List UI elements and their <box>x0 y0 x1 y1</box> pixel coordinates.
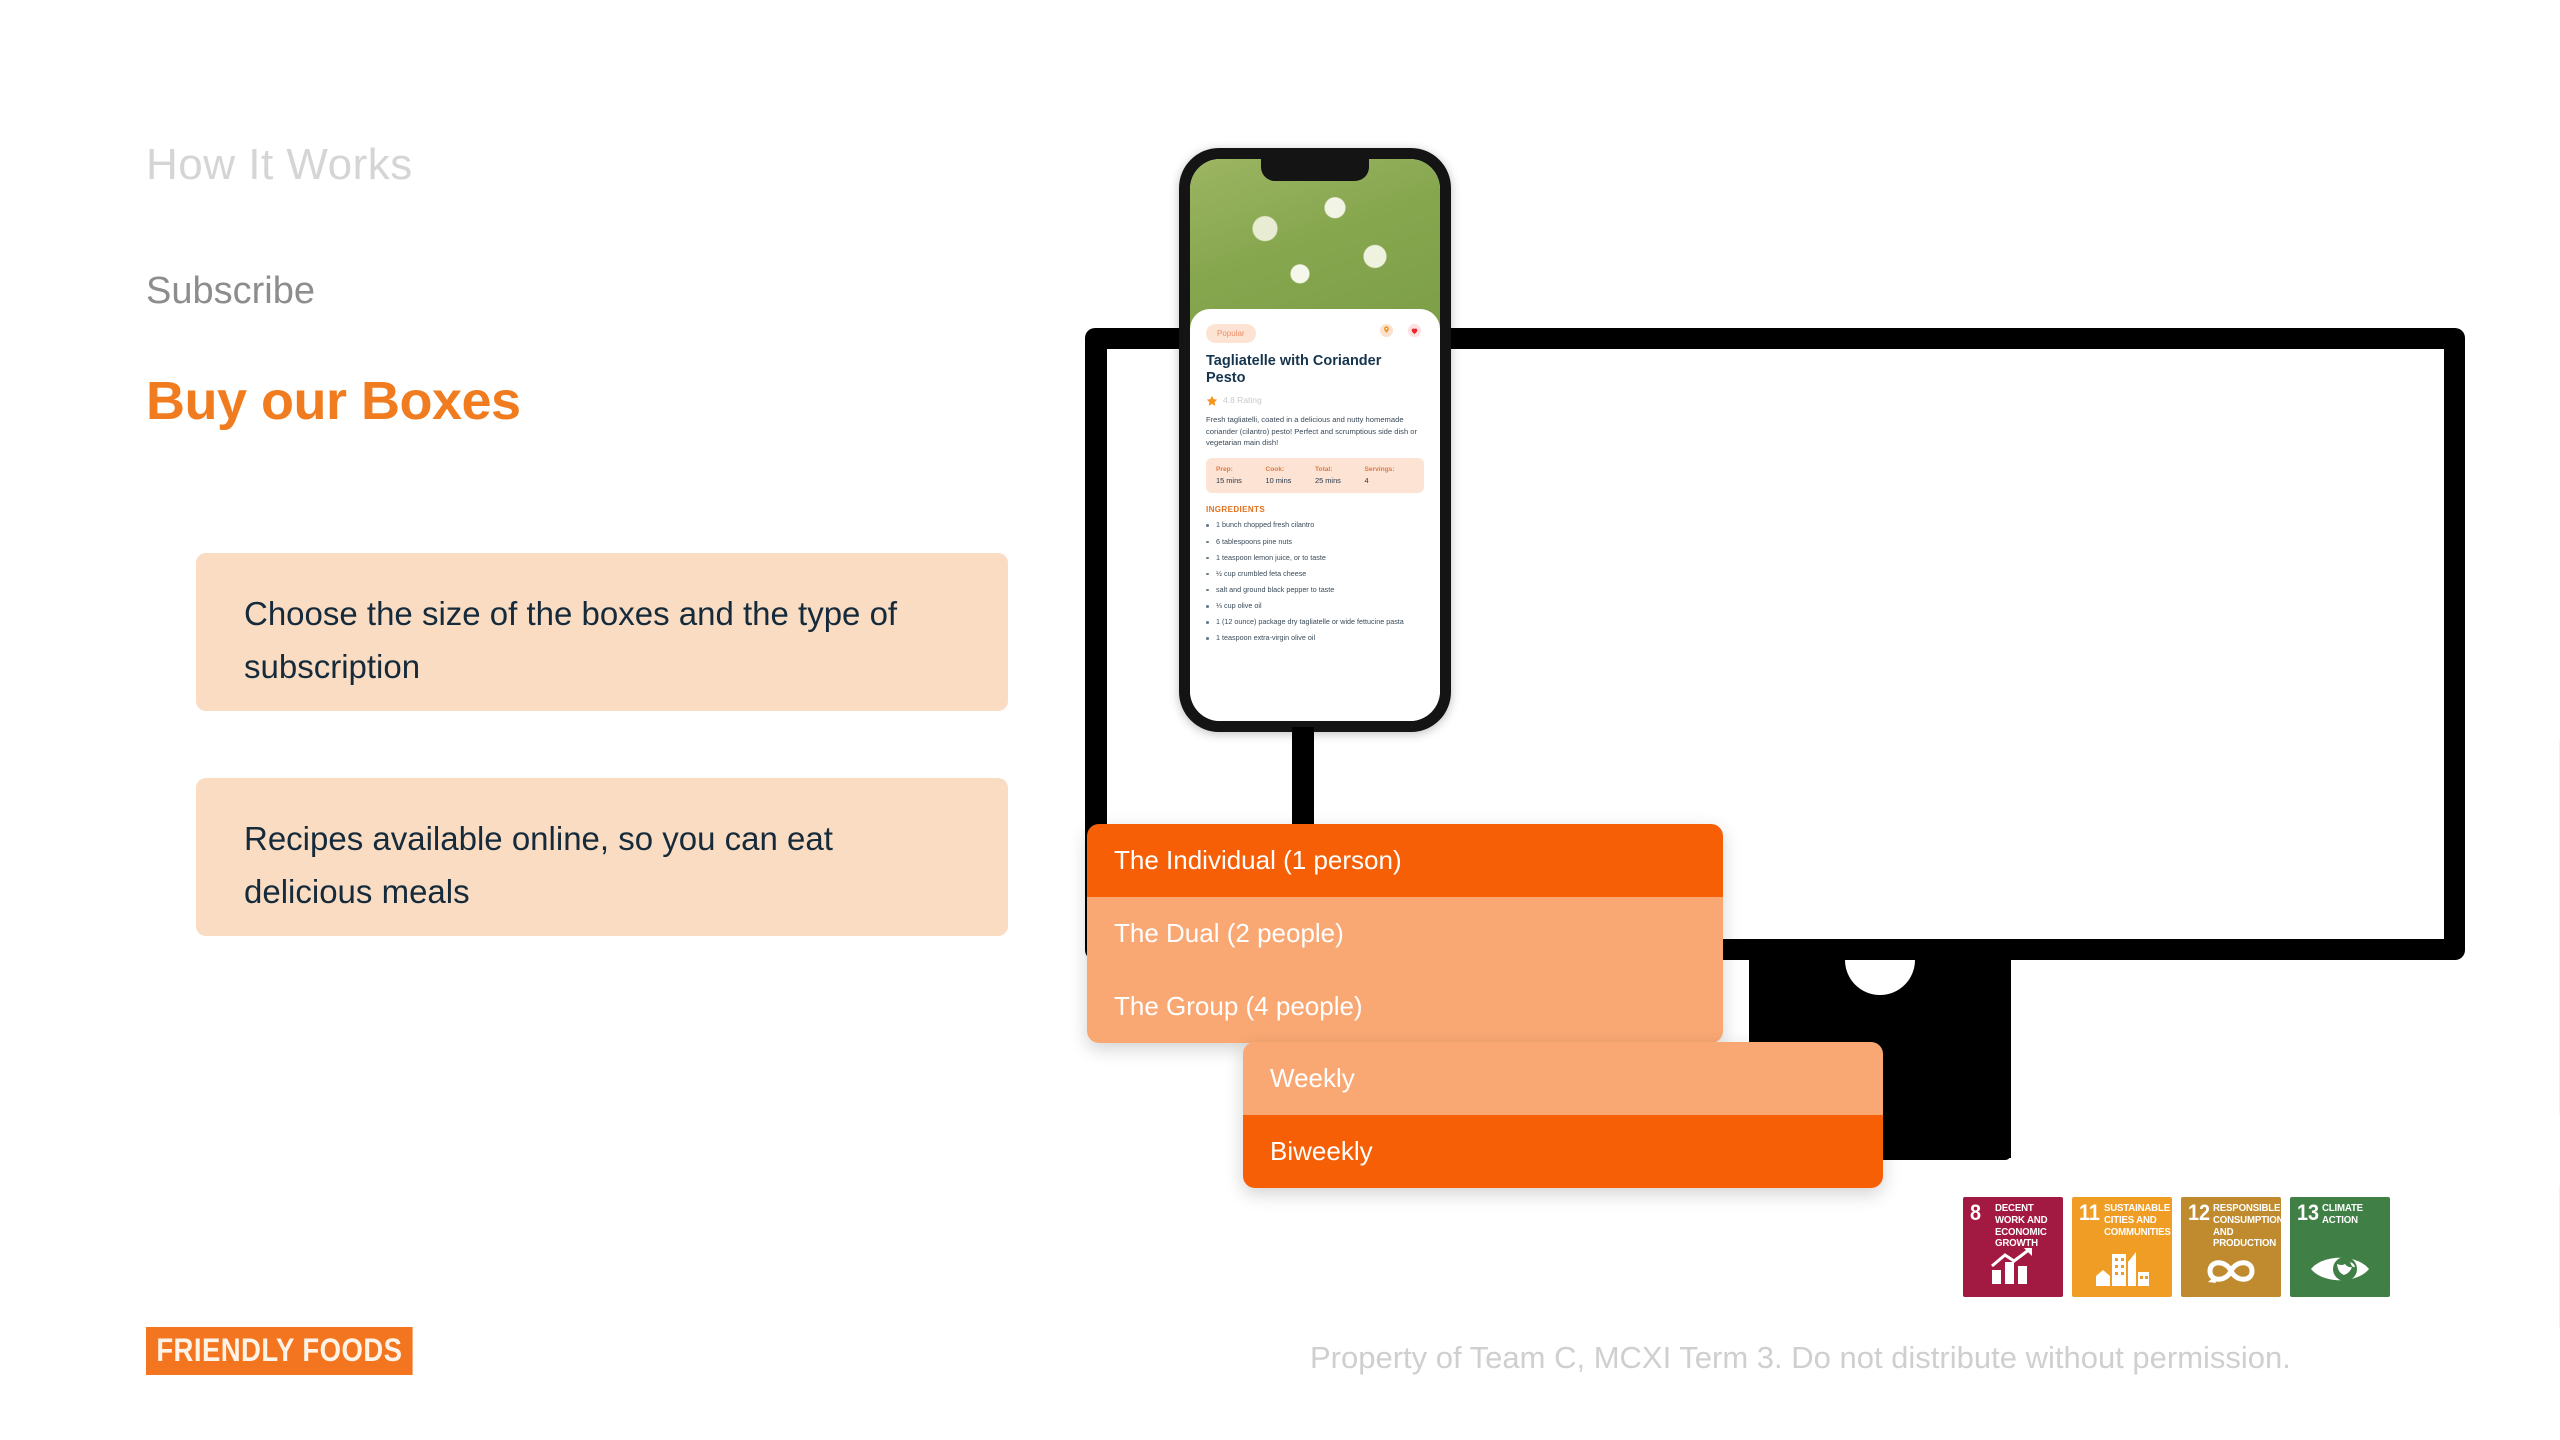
stat-cook: Cook: 10 mins <box>1266 466 1316 485</box>
infinity-loop-icon <box>2181 1256 2281 1291</box>
list-item: salt and ground black pepper to taste <box>1206 585 1424 595</box>
dropdown-option-dual[interactable]: The Dual (2 people) <box>1087 897 1723 970</box>
favorite-heart-icon[interactable] <box>1407 323 1422 338</box>
sdg-label: SUSTAINABLE CITIES AND COMMUNITIES <box>2104 1202 2171 1238</box>
sdg-label: CLIMATE ACTION <box>2322 1202 2363 1226</box>
mobile-phone: Popular Tagliatelle with Coriander Pesto… <box>1179 148 1451 732</box>
slide-root: How It Works Subscribe Buy our Boxes Cho… <box>0 0 2560 1440</box>
sdg-badge-13: 13 CLIMATE ACTION <box>2290 1197 2390 1297</box>
dropdown-option-weekly[interactable]: Weekly <box>1243 1042 1883 1115</box>
phone-notch <box>1261 159 1369 181</box>
dropdown-option-biweekly[interactable]: Biweekly <box>1243 1115 1883 1188</box>
stat-prep: Prep: 15 mins <box>1216 466 1266 485</box>
recipe-stats: Prep: 15 mins Cook: 10 mins Total: 25 mi… <box>1206 458 1424 494</box>
sdg-badge-12: 12 RESPONSIBLE CONSUMPTION AND PRODUCTIO… <box>2181 1197 2281 1297</box>
stat-value: 15 mins <box>1216 476 1242 486</box>
stat-servings: Servings: 4 <box>1365 466 1415 485</box>
list-item: 1 teaspoon extra-virgin olive oil <box>1206 634 1424 643</box>
list-item: 1 teaspoon lemon juice, or to taste <box>1206 553 1424 563</box>
stat-key: Total: <box>1315 466 1333 474</box>
sdg-badge-11: 11 SUSTAINABLE CITIES AND COMMUNITIES <box>2072 1197 2172 1297</box>
stat-value: 10 mins <box>1265 476 1292 486</box>
sdg-badge-group: 8 DECENT WORK AND ECONOMIC GROWTH 11 SUS… <box>1963 1197 2390 1297</box>
section-kicker: Subscribe <box>146 270 315 312</box>
stat-value: 25 mins <box>1315 476 1341 486</box>
list-item: 6 tablespoons pine nuts <box>1206 537 1424 547</box>
info-card-1: Choose the size of the boxes and the typ… <box>196 553 1008 711</box>
ingredients-heading: INGREDIENTS <box>1206 505 1266 515</box>
rating-text: 4.8 Rating <box>1223 395 1262 406</box>
sdg-label: DECENT WORK AND ECONOMIC GROWTH <box>1995 1202 2048 1250</box>
page-title: Buy our Boxes <box>146 371 521 431</box>
info-card-2: Recipes available online, so you can eat… <box>196 778 1008 936</box>
stat-key: Prep: <box>1216 466 1233 474</box>
dropdown-option-individual[interactable]: The Individual (1 person) <box>1087 824 1723 897</box>
sdg-number: 8 <box>1970 1200 1982 1225</box>
stat-key: Cook: <box>1265 466 1285 474</box>
popular-badge: Popular <box>1206 324 1256 343</box>
stat-key: Servings: <box>1364 466 1395 474</box>
sdg-number: 12 <box>2188 1200 2211 1225</box>
recipe-detail: Popular Tagliatelle with Coriander Pesto… <box>1190 309 1440 721</box>
copyright-notice: Property of Team C, MCXI Term 3. Do not … <box>1310 1340 2291 1375</box>
sdg-number: 11 <box>2079 1200 2100 1225</box>
section-eyebrow: How It Works <box>146 140 413 189</box>
stat-value: 4 <box>1364 476 1369 486</box>
location-pin-icon[interactable] <box>1379 323 1394 338</box>
list-item: ⅓ cup olive oil <box>1206 601 1424 611</box>
growth-chart-icon <box>1963 1246 2063 1291</box>
stat-total: Total: 25 mins <box>1315 466 1365 485</box>
city-buildings-icon <box>2072 1248 2172 1291</box>
callout-stem-size <box>1292 727 1314 837</box>
recipe-rating: 4.8 Rating <box>1206 394 1424 406</box>
dropdown-option-group[interactable]: The Group (4 people) <box>1087 970 1723 1043</box>
ingredients-list: 1 bunch chopped fresh cilantro 6 tablesp… <box>1206 521 1424 643</box>
sdg-number: 13 <box>2297 1200 2320 1225</box>
sdg-badge-8: 8 DECENT WORK AND ECONOMIC GROWTH <box>1963 1197 2063 1297</box>
recipe-photo <box>1190 159 1440 333</box>
size-dropdown-menu[interactable]: The Individual (1 person) The Dual (2 pe… <box>1087 824 1723 1043</box>
recipe-action-icons <box>1379 323 1422 338</box>
eye-globe-icon <box>2290 1252 2390 1291</box>
recipe-description: Fresh tagliatelli, coated in a delicious… <box>1206 415 1418 447</box>
friendly-foods-logo: FRIENDLY FOODS <box>146 1327 413 1375</box>
list-item: 1 bunch chopped fresh cilantro <box>1206 521 1424 530</box>
list-item: ½ cup crumbled feta cheese <box>1206 569 1424 579</box>
recipe-title: Tagliatelle with Coriander Pesto <box>1206 353 1382 387</box>
star-icon <box>1206 394 1218 406</box>
phone-screen: Popular Tagliatelle with Coriander Pesto… <box>1190 159 1440 721</box>
list-item: 1 (12 ounce) package dry tagliatelle or … <box>1206 618 1424 627</box>
sdg-label: RESPONSIBLE CONSUMPTION AND PRODUCTION <box>2213 1202 2281 1250</box>
frequency-dropdown-menu[interactable]: Weekly Biweekly <box>1243 1042 1883 1188</box>
